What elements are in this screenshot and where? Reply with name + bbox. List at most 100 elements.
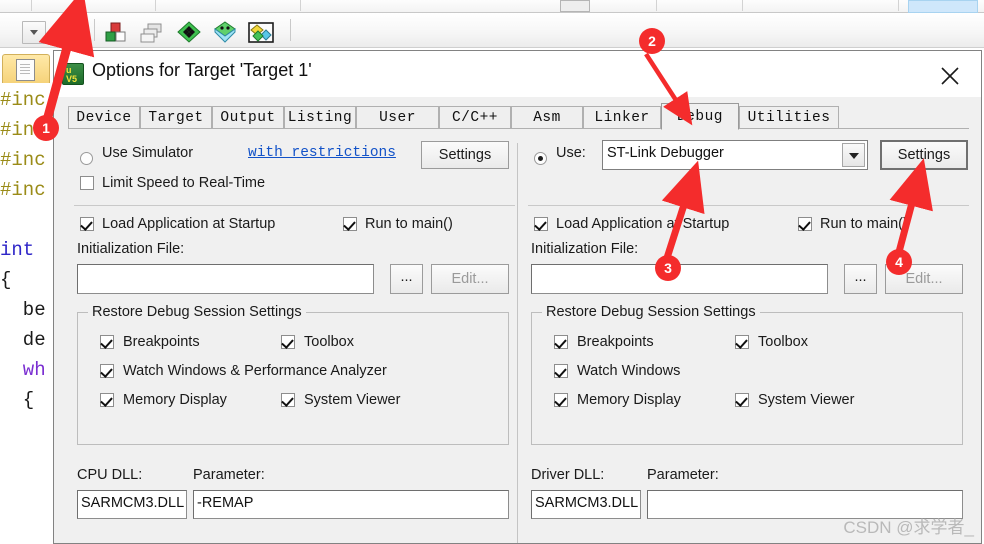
tab-listing[interactable]: Listing (284, 106, 356, 129)
toolbar-separator (94, 19, 95, 41)
init-file-browse-button[interactable]: ... (390, 264, 423, 294)
debugger-panel: Use: ST-Link Debugger Settings Load Appl… (524, 137, 969, 542)
ide-menu-strip (0, 0, 984, 13)
code-line: { (0, 389, 35, 411)
memory-display-label-right: Memory Display (577, 392, 681, 408)
system-viewer-checkbox-right[interactable] (735, 393, 749, 407)
tab-device[interactable]: Device (68, 106, 140, 129)
options-tab-strip: Device Target Output Listing User C/C++ … (68, 103, 969, 130)
ide-toolbar (0, 13, 984, 48)
options-for-target-dialog: u V5 Options for Target 'Target 1' Devic… (53, 50, 982, 544)
app-icon-bottom: V5 (66, 74, 78, 84)
build-icon[interactable] (104, 20, 130, 44)
code-line: int (0, 239, 35, 261)
debugger-select-value: ST-Link Debugger (607, 145, 724, 161)
menu-separator (898, 0, 899, 11)
run-to-main-checkbox-right[interactable] (798, 217, 812, 231)
cpu-dll-input[interactable]: SARMCM3.DLL (77, 490, 187, 519)
init-file-label-right: Initialization File: (531, 241, 639, 257)
init-file-input[interactable] (77, 264, 374, 294)
panel-rule (74, 205, 515, 206)
breakpoints-checkbox[interactable] (100, 335, 114, 349)
menu-button[interactable] (560, 0, 590, 12)
tab-output[interactable]: Output (212, 106, 284, 129)
dialog-title-text: Options for Target 'Target 1' (92, 60, 312, 80)
target-combo-button[interactable] (22, 21, 46, 44)
panel-divider (517, 143, 518, 543)
code-line: #inc (0, 149, 46, 171)
init-file-edit-button[interactable]: Edit... (431, 264, 509, 294)
menu-separator (31, 0, 32, 11)
system-viewer-checkbox[interactable] (281, 393, 295, 407)
use-label: Use: (556, 145, 586, 161)
menu-item-highlighted[interactable] (908, 0, 978, 13)
tab-debug[interactable]: Debug (661, 103, 739, 130)
watch-windows-checkbox-right[interactable] (554, 364, 568, 378)
manage-components-icon[interactable] (248, 20, 274, 44)
code-line: wh (0, 359, 46, 381)
run-to-main-label: Run to main() (365, 216, 453, 232)
tab-target[interactable]: Target (140, 106, 212, 129)
dialog-title-bar: u V5 Options for Target 'Target 1' (54, 51, 981, 97)
system-viewer-label: System Viewer (304, 392, 401, 408)
batch-build-icon[interactable] (140, 20, 166, 44)
tab-c-cpp[interactable]: C/C++ (439, 106, 511, 129)
init-file-edit-button-right[interactable]: Edit... (885, 264, 963, 294)
use-simulator-radio[interactable] (80, 152, 93, 165)
toolbox-label: Toolbox (304, 334, 354, 350)
green-diamond-icon[interactable] (176, 20, 202, 44)
init-file-input-right[interactable] (531, 264, 828, 294)
toolbox-checkbox[interactable] (281, 335, 295, 349)
toolbox-label-right: Toolbox (758, 334, 808, 350)
chevron-down-icon[interactable] (842, 143, 865, 167)
watch-windows-label-right: Watch Windows (577, 363, 681, 379)
breakpoints-label-right: Breakpoints (577, 334, 654, 350)
tab-user[interactable]: User (356, 106, 439, 129)
tab-asm[interactable]: Asm (511, 106, 583, 129)
watch-windows-checkbox[interactable] (100, 364, 114, 378)
run-to-main-checkbox[interactable] (343, 217, 357, 231)
system-viewer-label-right: System Viewer (758, 392, 855, 408)
magic-wand-toolbar-icon[interactable] (56, 20, 82, 44)
toolbar-separator (290, 19, 291, 41)
download-icon[interactable] (212, 20, 238, 44)
with-restrictions-link[interactable]: with restrictions (248, 145, 396, 161)
memory-display-checkbox-right[interactable] (554, 393, 568, 407)
use-debugger-radio[interactable] (534, 152, 547, 165)
load-app-checkbox[interactable] (80, 217, 94, 231)
menu-separator (656, 0, 657, 11)
menu-separator (742, 0, 743, 11)
code-line: { (0, 269, 12, 291)
restore-group-label: Restore Debug Session Settings (88, 304, 306, 320)
close-icon[interactable] (927, 60, 973, 88)
editor-file-tab[interactable] (2, 54, 50, 83)
tab-linker[interactable]: Linker (583, 106, 661, 129)
menu-separator (300, 0, 301, 11)
use-simulator-label: Use Simulator (102, 145, 194, 161)
code-line: be (0, 299, 46, 321)
tab-underline (68, 128, 969, 129)
debugger-select[interactable]: ST-Link Debugger (602, 140, 868, 170)
breakpoints-label: Breakpoints (123, 334, 200, 350)
simulator-settings-button[interactable]: Settings (421, 141, 509, 169)
memory-display-label: Memory Display (123, 392, 227, 408)
breakpoints-checkbox-right[interactable] (554, 335, 568, 349)
right-settings-button[interactable]: Settings (880, 140, 968, 170)
simulator-panel: Use Simulator with restrictions Settings… (68, 137, 515, 542)
init-file-browse-button-right[interactable]: ... (844, 264, 877, 294)
cpu-dll-label: CPU DLL: (77, 467, 143, 483)
tab-utilities[interactable]: Utilities (739, 106, 839, 129)
toolbox-checkbox-right[interactable] (735, 335, 749, 349)
memory-display-checkbox[interactable] (100, 393, 114, 407)
code-line: #inc (0, 179, 46, 201)
driver-dll-input[interactable]: SARMCM3.DLL (531, 490, 641, 519)
code-editor-area[interactable]: #inc #inc #inc #inc int { be de wh { (0, 83, 61, 544)
init-file-label: Initialization File: (77, 241, 185, 257)
load-app-checkbox-right[interactable] (534, 217, 548, 231)
file-page-icon (16, 59, 35, 81)
restore-group-label-right: Restore Debug Session Settings (542, 304, 760, 320)
cpu-parameter-input[interactable]: -REMAP (193, 490, 509, 519)
cpu-parameter-label: Parameter: (193, 467, 265, 483)
keil-app-icon: u V5 (62, 63, 84, 85)
limit-speed-checkbox[interactable] (80, 176, 94, 190)
